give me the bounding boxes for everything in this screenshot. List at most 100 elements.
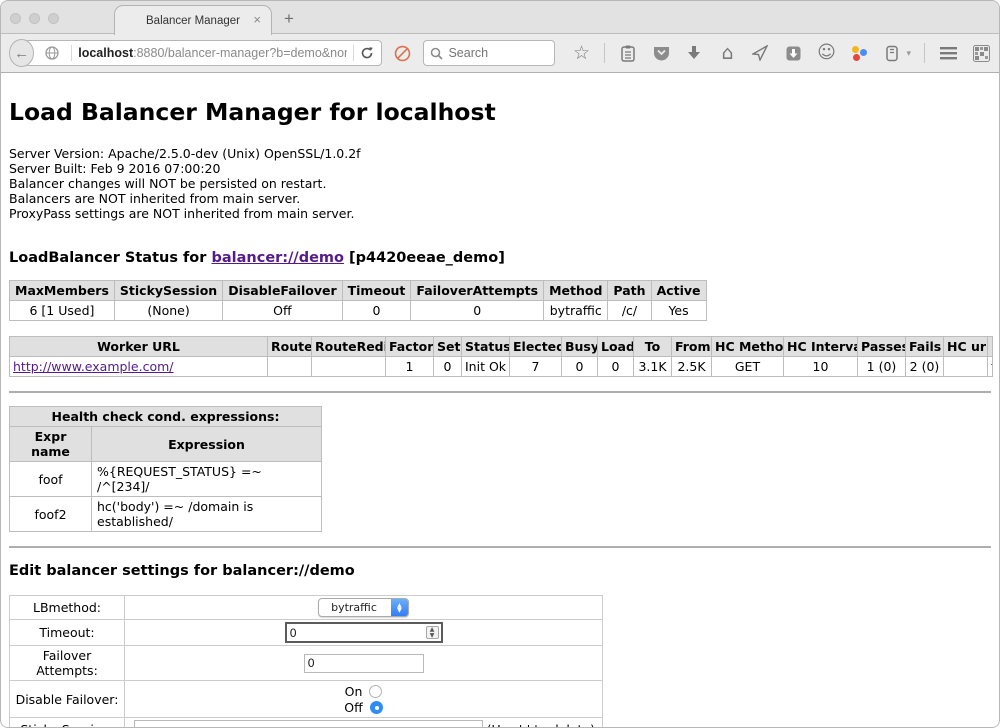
url-path: :8880/balancer-manager?b=demo&nonce=decc… xyxy=(133,46,347,60)
content-blocked-icon[interactable] xyxy=(394,44,411,63)
table-cell: Init Ok xyxy=(462,357,510,377)
zoom-window-button[interactable] xyxy=(48,13,59,24)
table-cell: 6 [1 Used] xyxy=(10,301,115,321)
column-header: StickySession xyxy=(114,281,222,301)
inherit-note-line: Balancers are NOT inherited from main se… xyxy=(9,191,991,206)
column-header: Load xyxy=(598,337,634,357)
sticky-session-label: Sticky Session: xyxy=(10,718,125,728)
table-cell: 1 (0) xyxy=(858,357,906,377)
table-row: foof %{REQUEST_STATUS} =~ /^[234]/ xyxy=(10,462,322,497)
download-icon[interactable] xyxy=(684,43,704,63)
sticky-session-input[interactable] xyxy=(134,720,483,728)
form-row-lbmethod: LBmethod: bytraffic ▲▼ xyxy=(10,596,603,620)
table-cell: (None) xyxy=(114,301,222,321)
chat-smiley-icon[interactable]: ☺ xyxy=(816,43,836,63)
column-header: To xyxy=(634,337,672,357)
radio-off[interactable] xyxy=(370,701,383,714)
table-cell: foof xyxy=(10,462,92,497)
page-content: Load Balancer Manager for localhost Serv… xyxy=(1,73,999,728)
toolbar-divider xyxy=(604,43,605,63)
container-extension-icon[interactable] xyxy=(882,43,902,63)
clipboard-icon[interactable] xyxy=(618,43,638,63)
column-header: Timeout xyxy=(342,281,411,301)
column-header: Method xyxy=(544,281,608,301)
proxypass-note-line: ProxyPass settings are NOT inherited fro… xyxy=(9,206,991,221)
table-cell: foof2 xyxy=(988,357,993,377)
lbmethod-label: LBmethod: xyxy=(10,596,125,620)
toolbar-divider xyxy=(924,43,925,63)
disable-failover-label: Disable Failover: xyxy=(10,681,125,718)
server-built-line: Server Built: Feb 9 2016 07:00:20 xyxy=(9,161,991,176)
timeout-label: Timeout: xyxy=(10,620,125,646)
select-stepper-icon: ▲▼ xyxy=(391,598,408,617)
save-to-device-icon[interactable] xyxy=(783,43,803,63)
form-row-timeout: Timeout: ▲▼ xyxy=(10,620,603,646)
table-header-row: Health check cond. expressions: xyxy=(10,407,322,427)
table-cell xyxy=(312,357,386,377)
column-header: HC Interval xyxy=(784,337,858,357)
urlbar-divider xyxy=(71,45,72,61)
window-controls xyxy=(10,13,59,24)
column-header: HC Method xyxy=(712,337,784,357)
column-header: Status xyxy=(462,337,510,357)
pixel-extension-icon[interactable] xyxy=(971,43,991,63)
urlbar-divider xyxy=(353,45,354,61)
tab-balancer-manager[interactable]: Balancer Manager × xyxy=(114,5,272,35)
column-header: Set xyxy=(434,337,462,357)
radio-on[interactable] xyxy=(369,685,382,698)
form-row-disable-failover: Disable Failover: On Off xyxy=(10,681,603,718)
table-header-row: Expr name Expression xyxy=(10,427,322,462)
balancer-demo-link[interactable]: balancer://demo xyxy=(211,250,344,266)
table-cell: 1 xyxy=(386,357,434,377)
table-row: foof2 hc('body') =~ /domain is establish… xyxy=(10,497,322,532)
persist-note-line: Balancer changes will NOT be persisted o… xyxy=(9,176,991,191)
health-check-table: Health check cond. expressions: Expr nam… xyxy=(9,406,322,532)
close-window-button[interactable] xyxy=(10,13,21,24)
new-tab-button[interactable]: + xyxy=(284,9,294,29)
edit-settings-heading: Edit balancer settings for balancer://de… xyxy=(9,563,991,579)
failover-attempts-input[interactable] xyxy=(304,654,424,673)
tab-close-icon[interactable]: × xyxy=(253,12,261,27)
column-header: HC Expr xyxy=(988,337,993,357)
table-cell: 0 xyxy=(562,357,598,377)
search-icon xyxy=(430,47,443,60)
url-text[interactable]: localhost:8880/balancer-manager?b=demo&n… xyxy=(78,46,347,60)
color-dots-extension-icon[interactable] xyxy=(849,43,869,63)
back-button[interactable]: ← xyxy=(9,39,34,67)
browser-window: Balancer Manager × + ← localhost:8880/ba… xyxy=(0,0,1000,728)
search-bar[interactable] xyxy=(423,40,555,66)
column-header: Active xyxy=(651,281,706,301)
column-header: HC uri xyxy=(944,337,988,357)
table-cell: 2.5K xyxy=(672,357,712,377)
column-header: Factor xyxy=(386,337,434,357)
table-cell: 7 xyxy=(510,357,562,377)
table-cell: http://www.example.com/ xyxy=(10,357,268,377)
search-input[interactable] xyxy=(448,46,548,60)
url-bar[interactable]: localhost:8880/balancer-manager?b=demo&n… xyxy=(24,40,382,66)
table-header-row: MaxMembers StickySession DisableFailover… xyxy=(10,281,707,301)
number-spinner-icon[interactable]: ▲▼ xyxy=(426,626,439,639)
reload-icon[interactable] xyxy=(360,46,374,60)
lbmethod-selected-value: bytraffic xyxy=(319,601,391,614)
page-title: Load Balancer Manager for localhost xyxy=(9,73,991,126)
table-cell: 10 xyxy=(784,357,858,377)
bookmark-star-icon[interactable]: ☆ xyxy=(571,43,591,63)
table-cell: GET xyxy=(712,357,784,377)
menu-hamburger-icon[interactable] xyxy=(938,43,958,63)
table-cell: %{REQUEST_STATUS} =~ /^[234]/ xyxy=(92,462,322,497)
minimize-window-button[interactable] xyxy=(29,13,40,24)
send-tab-icon[interactable] xyxy=(750,43,770,63)
chevron-down-icon[interactable]: ▾ xyxy=(906,48,911,59)
navigation-toolbar: ← localhost:8880/balancer-manager?b=demo… xyxy=(1,34,999,73)
edit-balancer-form: LBmethod: bytraffic ▲▼ Timeout: ▲▼ xyxy=(9,595,603,728)
worker-url-link[interactable]: http://www.example.com/ xyxy=(13,359,173,374)
table-cell: hc('body') =~ /domain is established/ xyxy=(92,497,322,532)
lbmethod-select[interactable]: bytraffic ▲▼ xyxy=(318,598,409,617)
home-icon[interactable]: ⌂ xyxy=(717,43,737,63)
column-header: From xyxy=(672,337,712,357)
pocket-icon[interactable] xyxy=(651,43,671,63)
table-cell: 0 xyxy=(411,301,544,321)
timeout-input[interactable] xyxy=(285,622,443,643)
table-cell: 0 xyxy=(342,301,411,321)
globe-site-icon[interactable] xyxy=(45,46,59,60)
